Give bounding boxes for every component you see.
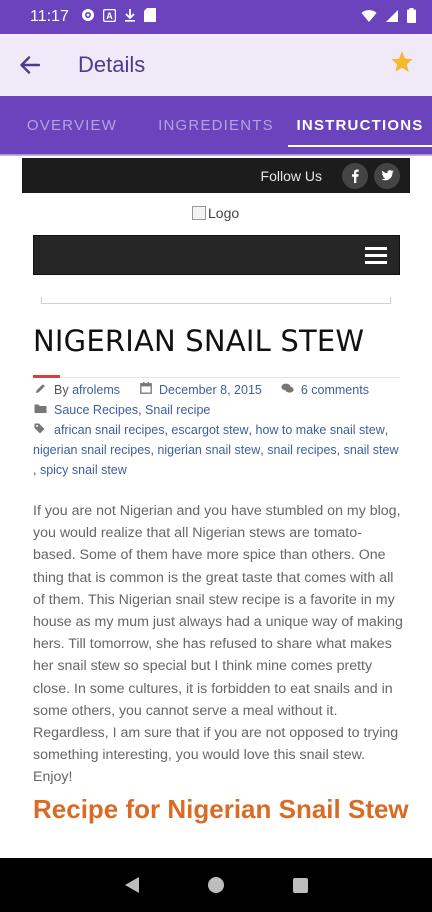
tag-link[interactable]: african snail recipes xyxy=(54,420,164,440)
category-link[interactable]: Sauce Recipes xyxy=(54,400,138,420)
svg-text:A: A xyxy=(106,11,113,21)
home-circle-icon[interactable] xyxy=(207,877,224,893)
tags-icon xyxy=(33,420,48,440)
tag-link[interactable]: nigerian snail stew xyxy=(157,440,260,460)
back-triangle-icon[interactable] xyxy=(124,877,139,893)
wifi-icon xyxy=(361,8,377,27)
gear-icon xyxy=(81,8,95,26)
logo-alt-text: Logo xyxy=(208,205,240,221)
site-top-bar: Follow Us xyxy=(22,158,410,193)
facebook-icon[interactable] xyxy=(342,162,368,189)
title-accent-bar xyxy=(33,375,60,378)
hamburger-menu-icon[interactable] xyxy=(365,247,387,265)
status-bar: 11:17 A xyxy=(0,0,432,34)
status-time: 11:17 xyxy=(30,8,69,25)
star-icon[interactable] xyxy=(390,50,418,78)
post-date[interactable]: December 8, 2015 xyxy=(159,380,262,400)
tag-link[interactable]: snail recipes xyxy=(267,440,336,460)
webview-content[interactable]: Follow Us Logo NIGERIAN SNAIL STEW By af… xyxy=(0,156,432,858)
signal-icon xyxy=(385,8,399,27)
page-title: Details xyxy=(78,52,146,77)
tag-link[interactable]: how to make snail stew xyxy=(256,420,385,440)
author-link[interactable]: afrolems xyxy=(72,380,120,400)
calendar-icon xyxy=(138,380,153,400)
broken-image-icon xyxy=(192,206,206,220)
recents-square-icon[interactable] xyxy=(292,877,308,893)
arrow-left-icon[interactable] xyxy=(0,34,60,96)
tag-link[interactable]: spicy snail stew xyxy=(40,460,127,480)
tab-ingredients[interactable]: INGREDIENTS xyxy=(144,96,288,154)
twitter-icon[interactable] xyxy=(374,162,400,189)
search-box-edge xyxy=(41,297,391,304)
battery-icon xyxy=(407,7,416,27)
app-bar: Details xyxy=(0,34,432,96)
post-body-paragraph: If you are not Nigerian and you have stu… xyxy=(33,503,403,786)
sd-card-icon xyxy=(143,8,156,26)
system-nav-bar xyxy=(0,858,432,912)
folder-icon xyxy=(33,400,48,420)
comments-link[interactable]: 6 comments xyxy=(301,380,369,400)
comments-icon xyxy=(280,380,295,400)
tag-link[interactable]: snail stew xyxy=(344,440,399,460)
site-logo[interactable]: Logo xyxy=(192,205,239,221)
a-box-icon: A xyxy=(102,8,117,26)
author-prefix: By xyxy=(54,383,69,397)
tab-instructions[interactable]: INSTRUCTIONS xyxy=(288,96,432,154)
category-link[interactable]: Snail recipe xyxy=(145,400,210,420)
download-icon xyxy=(124,8,136,26)
tab-overview[interactable]: OVERVIEW xyxy=(0,96,144,154)
post-meta: By afrolems December 8, 2015 6 comments … xyxy=(33,380,400,480)
title-divider xyxy=(33,377,400,378)
tag-link[interactable]: escargot stew xyxy=(171,420,248,440)
tag-link[interactable]: nigerian snail recipes xyxy=(33,440,150,460)
section-heading: Recipe for Nigerian Snail Stew xyxy=(33,794,409,824)
tab-bar: OVERVIEW INGREDIENTS INSTRUCTIONS xyxy=(0,96,432,154)
site-nav-bar xyxy=(33,235,400,275)
pencil-icon xyxy=(33,380,48,400)
post-title: NIGERIAN SNAIL STEW xyxy=(33,324,365,358)
follow-us-label: Follow Us xyxy=(260,167,322,184)
